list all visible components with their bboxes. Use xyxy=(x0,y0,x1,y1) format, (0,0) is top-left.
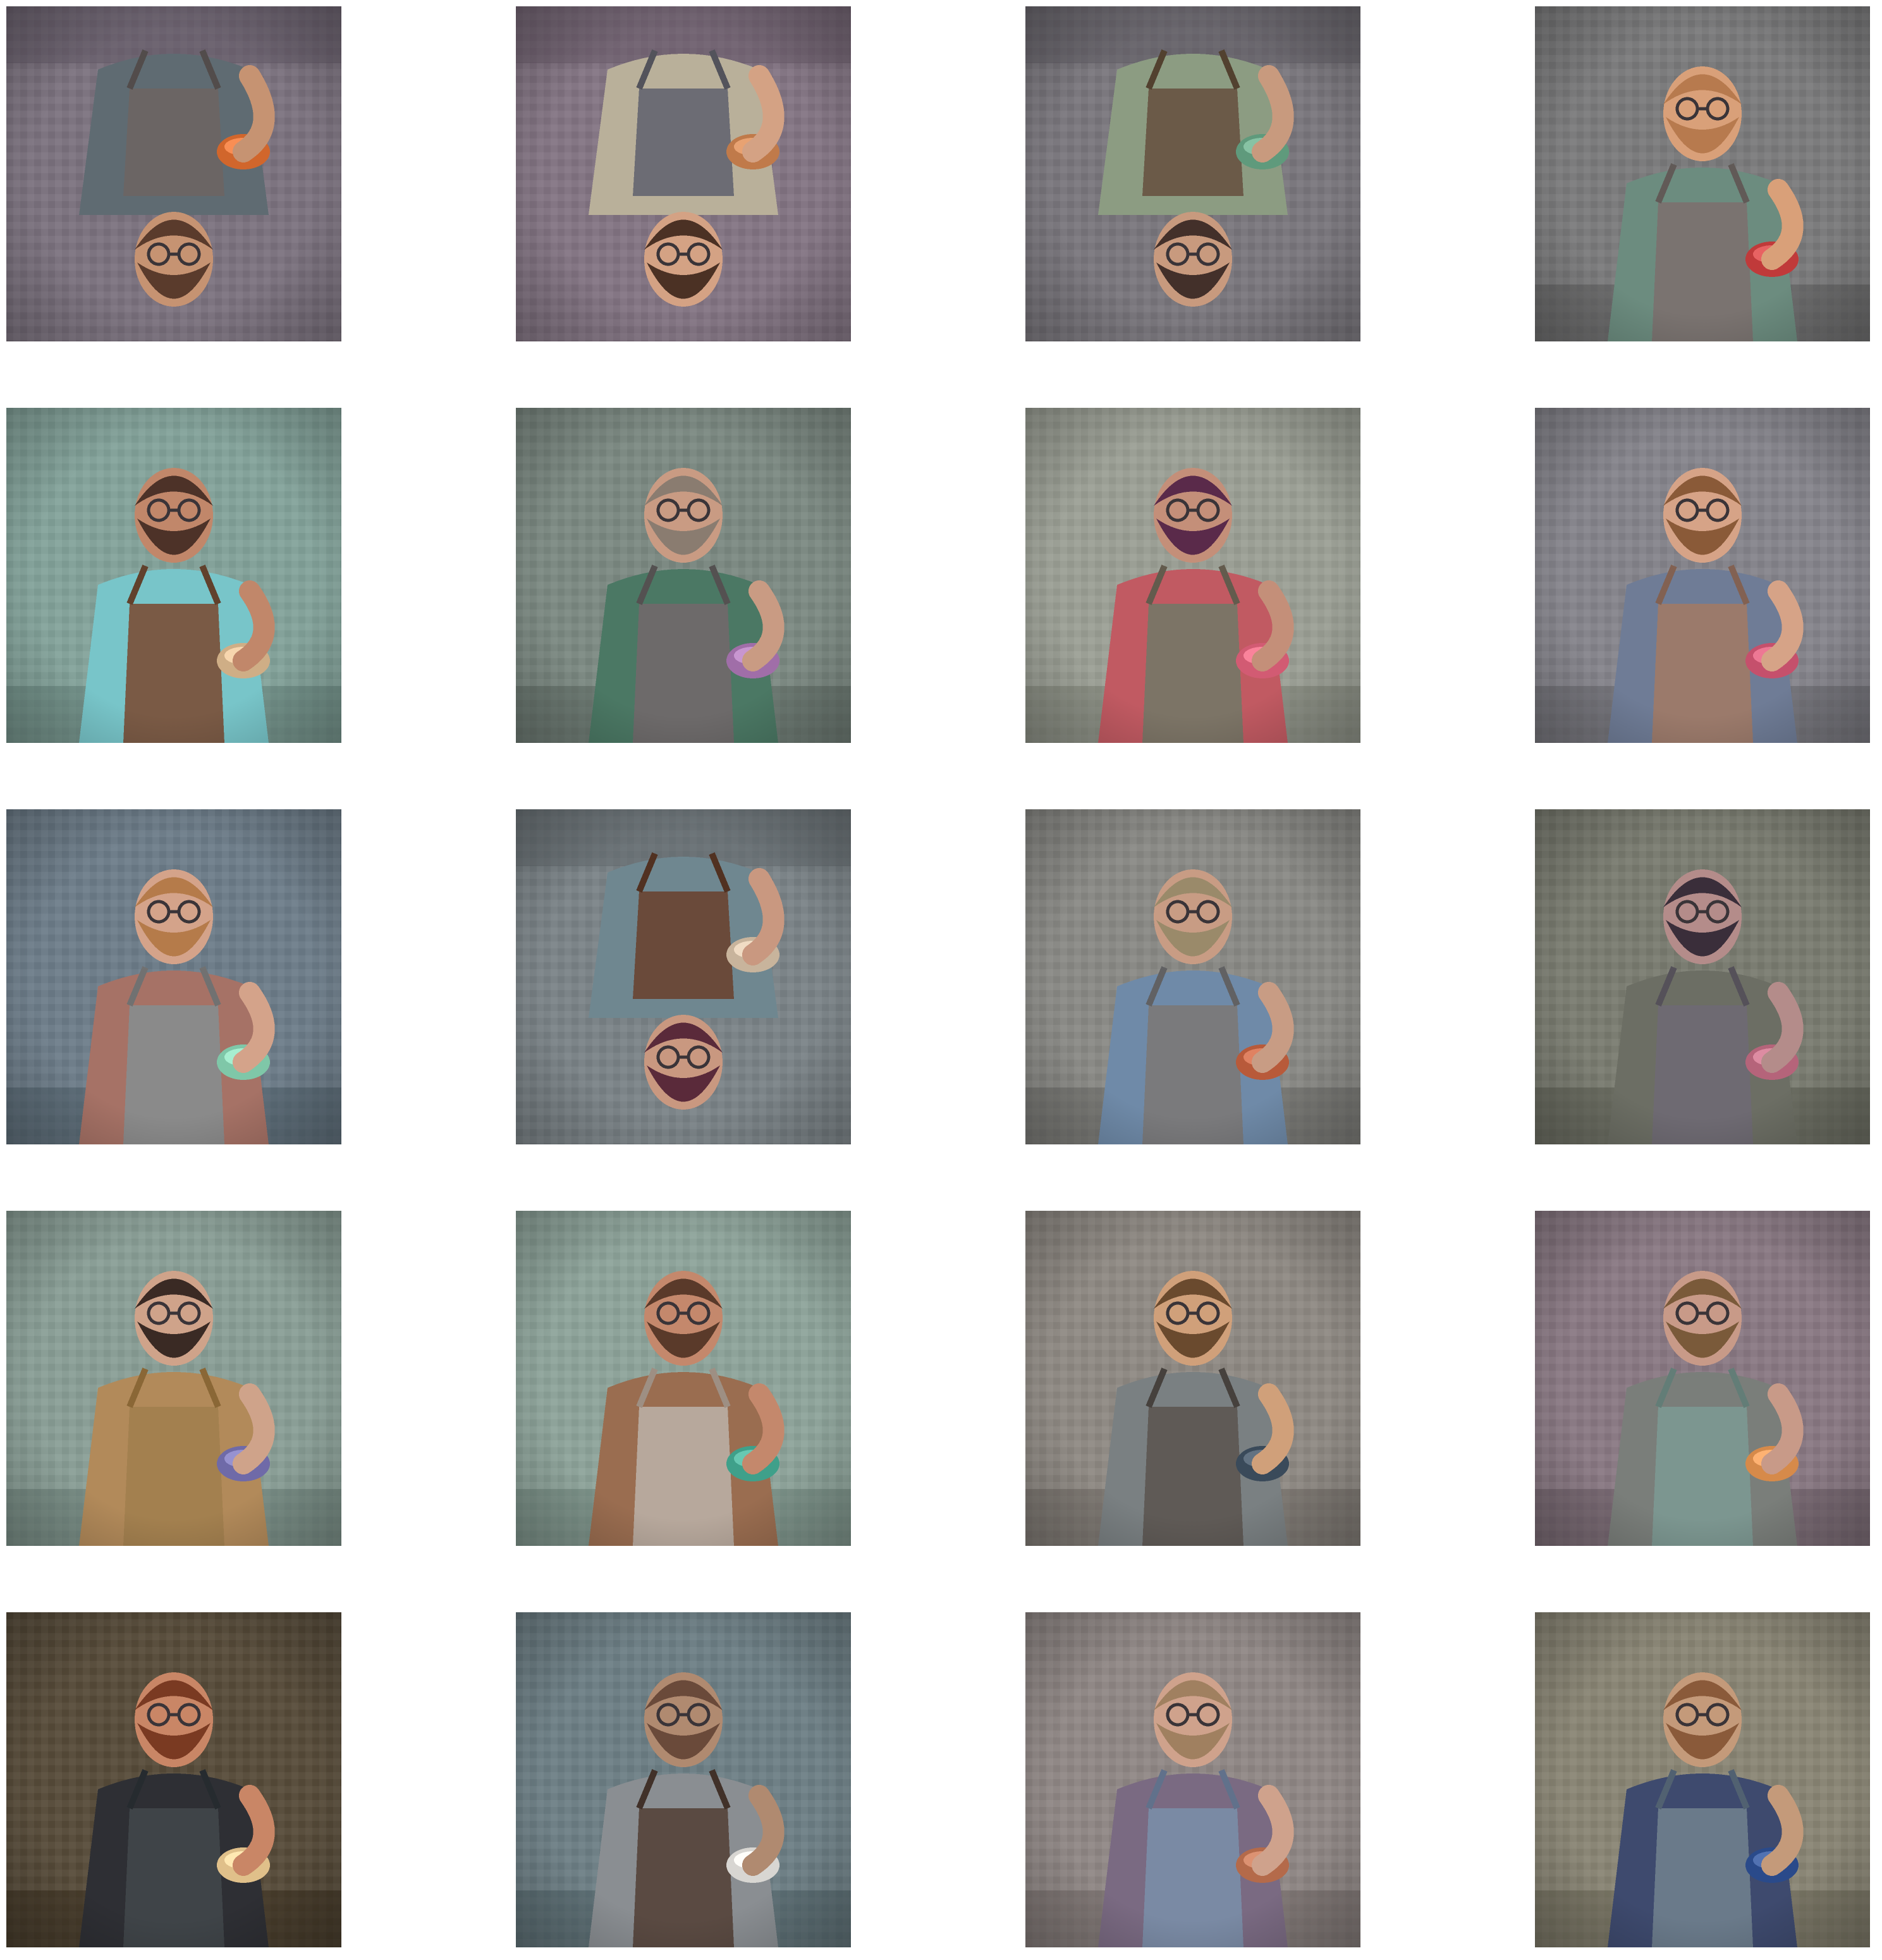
generated-portrait-image xyxy=(1535,1612,1870,1947)
generated-portrait-image xyxy=(1025,408,1360,743)
generated-portrait-image xyxy=(1535,1211,1870,1546)
image-tile-2-barista-fox-inverted xyxy=(516,6,851,341)
image-grid xyxy=(0,0,1882,1960)
image-tile-19-woman-barista-wood-wall xyxy=(1025,1612,1360,1947)
generated-portrait-image xyxy=(1535,408,1870,743)
image-tile-7-barista-red-shirt-counter xyxy=(1025,408,1360,743)
generated-portrait-image xyxy=(1535,6,1870,341)
image-tile-13-cartoon-barista-arms-up xyxy=(6,1211,341,1546)
image-tile-20-barista-blue-logo-head xyxy=(1535,1612,1870,1947)
generated-portrait-image xyxy=(516,809,851,1144)
generated-portrait-image xyxy=(516,1612,851,1947)
image-tile-6-barista-green-apron-dessert xyxy=(516,408,851,743)
generated-portrait-image xyxy=(1535,809,1870,1144)
generated-portrait-image xyxy=(1025,6,1360,341)
image-tile-17-barista-dark-beard-plate xyxy=(6,1612,341,1947)
image-tile-4-bearded-squirrel-espresso xyxy=(1535,6,1870,341)
generated-portrait-image xyxy=(6,1612,341,1947)
generated-portrait-image xyxy=(1025,1612,1360,1947)
generated-portrait-image xyxy=(6,408,341,743)
image-tile-12-bearded-man-noisy-bg-tie xyxy=(1535,809,1870,1144)
image-tile-1-barista-top-down-with-pastries xyxy=(6,6,341,341)
image-tile-15-barista-glasses-shelves xyxy=(1025,1211,1360,1546)
image-tile-18-cat-barista-patterned-bg xyxy=(516,1612,851,1947)
image-tile-11-barista-cap-arms-crossed xyxy=(1025,809,1360,1144)
image-tile-10-barista-dog-counter xyxy=(516,809,851,1144)
image-tile-3-barista-serving-tray-wheel xyxy=(1025,6,1360,341)
generated-portrait-image xyxy=(1025,1211,1360,1546)
image-tile-16-barista-apron-cappuccino xyxy=(1535,1211,1870,1546)
image-tile-14-barista-brown-jacket-dog xyxy=(516,1211,851,1546)
generated-portrait-image xyxy=(516,408,851,743)
generated-portrait-image xyxy=(6,1211,341,1546)
generated-portrait-image xyxy=(516,6,851,341)
image-tile-8-bearded-man-squirrel-glasses xyxy=(1535,408,1870,743)
generated-portrait-image xyxy=(516,1211,851,1546)
generated-portrait-image xyxy=(1025,809,1360,1144)
generated-portrait-image xyxy=(6,6,341,341)
generated-portrait-image xyxy=(6,809,341,1144)
image-tile-9-barista-plaid-shirt-cup xyxy=(6,809,341,1144)
image-tile-5-barista-behind-counter xyxy=(6,408,341,743)
